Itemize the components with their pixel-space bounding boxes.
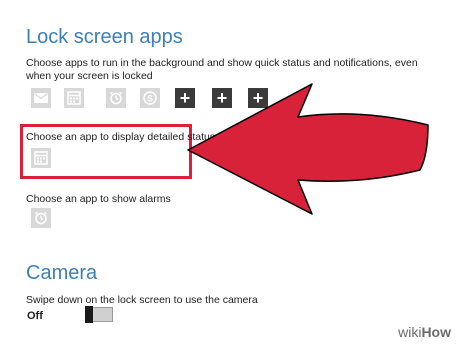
- wikihow-watermark: wikiHow: [395, 323, 454, 341]
- red-arrow-icon: [187, 83, 429, 215]
